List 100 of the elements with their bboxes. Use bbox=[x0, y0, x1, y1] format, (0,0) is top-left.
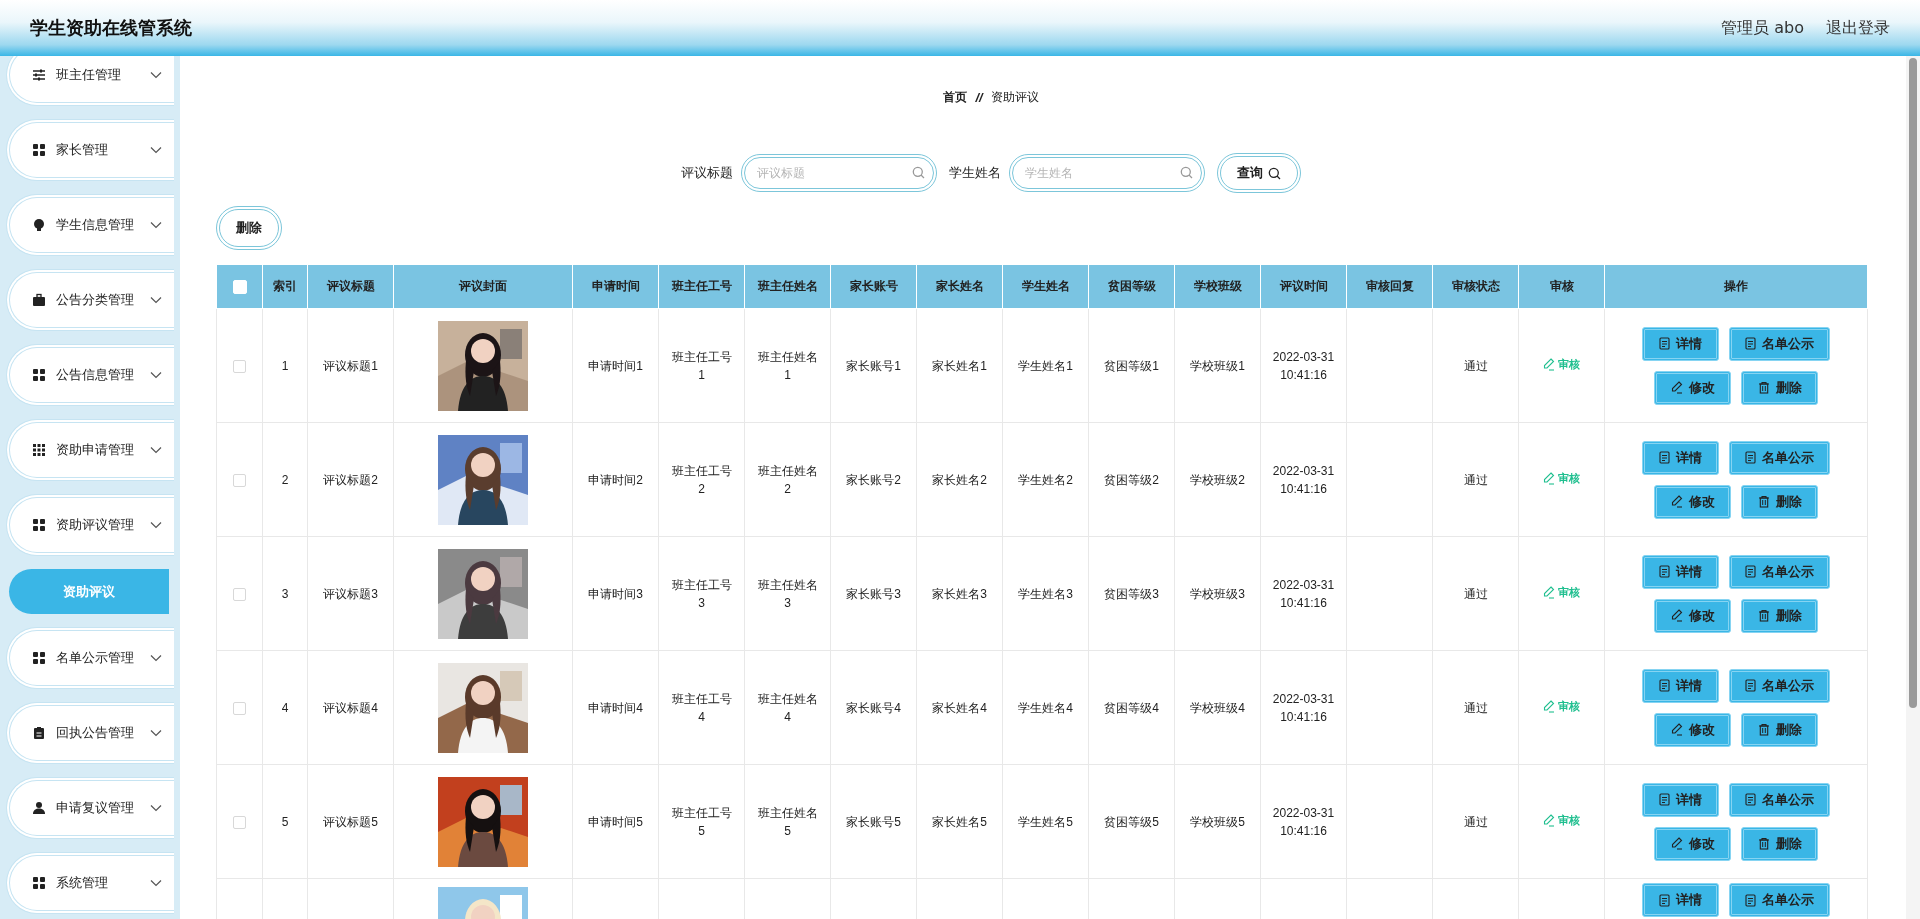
sidebar-menu-item[interactable]: 班主任管理 bbox=[6, 56, 174, 106]
pencil-icon bbox=[1670, 495, 1683, 508]
poverty-level-cell-text: 贫困等级1 bbox=[1104, 357, 1159, 375]
title-cell-text: 评议标题2 bbox=[323, 471, 378, 489]
breadcrumb-separator: // bbox=[975, 89, 983, 105]
column-header: 家长账号 bbox=[830, 264, 917, 309]
trash-icon bbox=[1757, 495, 1770, 508]
sliders-icon bbox=[32, 68, 46, 82]
publish-button[interactable]: 名单公示 bbox=[1729, 668, 1830, 703]
sidebar-menu-item[interactable]: 资助评议管理 bbox=[6, 494, 174, 556]
student-name-cell-text: 学生姓名1 bbox=[1018, 357, 1073, 375]
title-cell-text: 评议标题1 bbox=[323, 357, 378, 375]
title-cell-text: 评议标题5 bbox=[323, 813, 378, 831]
teacher-name-cell-text: 班主任姓名1 bbox=[756, 348, 819, 384]
chevron-down-icon bbox=[150, 146, 162, 154]
publish-button[interactable]: 名单公示 bbox=[1729, 554, 1830, 589]
search-field[interactable]: 评议标题 bbox=[741, 154, 937, 192]
grid-icon bbox=[32, 876, 46, 890]
pencil-icon bbox=[1670, 837, 1683, 850]
chevron-down-icon bbox=[150, 729, 162, 737]
row-checkbox[interactable] bbox=[233, 473, 246, 487]
chevron-down-icon bbox=[150, 446, 162, 454]
publish-button[interactable]: 名单公示 bbox=[1729, 782, 1830, 817]
detail-button[interactable]: 详情 bbox=[1642, 554, 1719, 589]
select-all-checkbox[interactable] bbox=[232, 279, 247, 294]
detail-button[interactable]: 详情 bbox=[1642, 782, 1719, 817]
sidebar-menu-item[interactable]: 学生信息管理 bbox=[6, 194, 174, 256]
pencil-icon bbox=[1543, 585, 1555, 599]
column-header: 操作 bbox=[1604, 264, 1868, 309]
review-time-cell-text: 2022-03-31 10:41:16 bbox=[1271, 462, 1336, 498]
trash-icon bbox=[1757, 609, 1770, 622]
publish-button[interactable]: 名单公示 bbox=[1729, 883, 1830, 917]
row-checkbox[interactable] bbox=[233, 359, 246, 373]
sidebar-menu-item[interactable]: 申请复议管理 bbox=[6, 777, 174, 839]
document-icon bbox=[1745, 893, 1756, 907]
document-icon bbox=[1659, 565, 1670, 578]
column-header: 申请时间 bbox=[572, 264, 659, 309]
scrollbar-thumb[interactable] bbox=[1909, 58, 1917, 708]
search-field[interactable]: 学生姓名 bbox=[1009, 154, 1205, 192]
detail-button[interactable]: 详情 bbox=[1642, 440, 1719, 475]
chevron-down-icon bbox=[150, 879, 162, 887]
search-label: 学生姓名 bbox=[949, 164, 1001, 182]
delete-button[interactable]: 删除 bbox=[1741, 598, 1818, 633]
sidebar-menu-item[interactable]: 公告信息管理 bbox=[6, 344, 174, 406]
document-icon bbox=[1745, 337, 1756, 350]
sidebar-menu-item[interactable]: 公告分类管理 bbox=[6, 269, 174, 331]
bulb-icon bbox=[32, 218, 46, 232]
edit-button[interactable]: 修改 bbox=[1654, 484, 1731, 519]
chevron-down-icon bbox=[150, 71, 162, 79]
edit-button[interactable]: 修改 bbox=[1654, 598, 1731, 633]
publish-button[interactable]: 名单公示 bbox=[1729, 440, 1830, 475]
document-icon bbox=[1745, 793, 1756, 806]
detail-button[interactable]: 详情 bbox=[1642, 668, 1719, 703]
teacher-id-cell-text: 班主任工号4 bbox=[670, 690, 733, 726]
detail-button[interactable]: 详情 bbox=[1642, 883, 1719, 917]
teacher-name-cell-text: 班主任姓名5 bbox=[756, 804, 819, 840]
poverty-level-cell-text: 贫困等级5 bbox=[1104, 813, 1159, 831]
chevron-down-icon bbox=[150, 296, 162, 304]
chevron-down-icon bbox=[150, 221, 162, 229]
trash-icon bbox=[1757, 723, 1770, 736]
edit-button[interactable]: 修改 bbox=[1654, 826, 1731, 861]
logout-link[interactable]: 退出登录 bbox=[1826, 17, 1890, 39]
sidebar-menu-item[interactable]: 回执公告管理 bbox=[6, 702, 174, 764]
parent-name-cell-text: 家长姓名5 bbox=[932, 813, 987, 831]
delete-button[interactable]: 删除 bbox=[1741, 826, 1818, 861]
class-cell-text: 学校班级5 bbox=[1190, 813, 1245, 831]
chevron-down-icon bbox=[150, 804, 162, 812]
student-name-cell-text: 学生姓名2 bbox=[1018, 471, 1073, 489]
column-header: 评议时间 bbox=[1260, 264, 1347, 309]
delete-button[interactable]: 删除 bbox=[216, 206, 282, 250]
index-cell-text: 5 bbox=[281, 813, 289, 831]
row-checkbox[interactable] bbox=[233, 587, 246, 601]
teacher-id-cell-text: 班主任工号3 bbox=[670, 576, 733, 612]
sidebar-menu-item[interactable]: 系统管理 bbox=[6, 852, 174, 914]
briefcase-icon bbox=[32, 293, 46, 307]
delete-button[interactable]: 删除 bbox=[1741, 484, 1818, 519]
pencil-icon bbox=[1670, 723, 1683, 736]
publish-button[interactable]: 名单公示 bbox=[1729, 326, 1830, 361]
row-checkbox[interactable] bbox=[233, 701, 246, 715]
row-checkbox[interactable] bbox=[233, 815, 246, 829]
grid-icon bbox=[32, 143, 46, 157]
query-button[interactable]: 查询 bbox=[1217, 153, 1301, 193]
chevron-down-icon bbox=[150, 654, 162, 662]
document-icon bbox=[1745, 565, 1756, 578]
breadcrumb-link[interactable]: 首页 bbox=[943, 88, 968, 106]
sidebar-menu-item[interactable]: 名单公示管理 bbox=[6, 627, 174, 689]
teacher-name-cell-text: 班主任姓名4 bbox=[756, 690, 819, 726]
column-header: 家长姓名 bbox=[916, 264, 1003, 309]
delete-button[interactable]: 删除 bbox=[1741, 712, 1818, 747]
edit-button[interactable]: 修改 bbox=[1654, 712, 1731, 747]
detail-button[interactable]: 详情 bbox=[1642, 326, 1719, 361]
poverty-level-cell-text: 贫困等级3 bbox=[1104, 585, 1159, 603]
user-icon bbox=[32, 801, 46, 815]
edit-button[interactable]: 修改 bbox=[1654, 370, 1731, 405]
document-icon bbox=[1659, 893, 1670, 907]
sidebar-menu-item[interactable]: 家长管理 bbox=[6, 119, 174, 181]
review-status-cell-text: 通过 bbox=[1463, 813, 1488, 831]
delete-button[interactable]: 删除 bbox=[1741, 370, 1818, 405]
sidebar-menu-item[interactable]: 资助申请管理 bbox=[6, 419, 174, 481]
review-time-cell-text: 2022-03-31 10:41:16 bbox=[1271, 576, 1336, 612]
